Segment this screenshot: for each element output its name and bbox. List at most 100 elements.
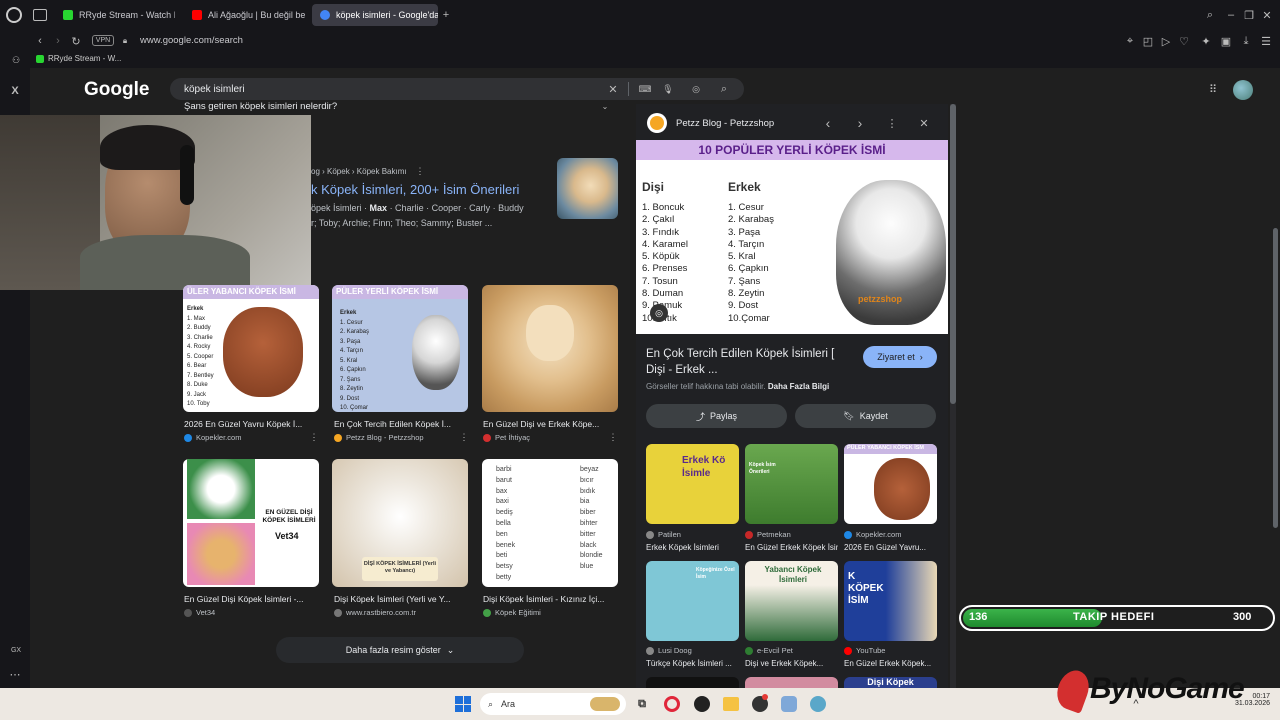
image-caption[interactable]: Dişi Köpek İsimleri - Kızınız İçi... (483, 594, 617, 604)
download-icon[interactable]: ⤓ (1240, 34, 1252, 48)
more-info-link[interactable]: Daha Fazla Bilgi (768, 382, 829, 391)
close-window-button[interactable]: ✕ (1260, 8, 1274, 22)
previous-icon[interactable]: ‹ (822, 115, 834, 131)
vpn-badge[interactable]: VPN (92, 35, 114, 46)
clear-icon[interactable]: ✕ (607, 82, 619, 96)
taskbar-search[interactable]: ⌕ Ara (480, 693, 626, 715)
extensions-icon[interactable]: ✦ (1200, 34, 1212, 48)
panel-scrollbar[interactable] (950, 104, 956, 688)
back-button[interactable]: ‹ (34, 34, 46, 48)
more-vert-icon[interactable]: ⋮ (460, 432, 469, 442)
minimize-button[interactable]: – (1224, 8, 1238, 22)
related-caption[interactable]: 2026 En Güzel Yavru... (844, 543, 937, 552)
pin-icon[interactable]: ⌖ (1124, 34, 1136, 48)
related-image-6[interactable]: K KÖPEK İSİM (844, 561, 937, 641)
x-twitter-icon[interactable]: X (8, 84, 22, 98)
image-caption[interactable]: 2026 En Güzel Yavru Köpek İ... (184, 419, 318, 429)
google-logo[interactable]: Google (84, 79, 149, 101)
related-image-3[interactable]: PÜLER YABANCI KÖPEK İSM (844, 444, 937, 524)
app-icon[interactable] (781, 696, 797, 712)
result-thumbnail[interactable] (557, 158, 618, 219)
mic-icon[interactable]: 🎙︎ (662, 82, 674, 96)
image-source[interactable]: Petzz Blog - Petzzshop (334, 433, 424, 442)
bookmark-rryde[interactable]: RRyde Stream - W... (36, 54, 121, 63)
maximize-button[interactable]: ❐ (1242, 8, 1256, 22)
avatar[interactable] (1233, 80, 1253, 100)
related-image-8[interactable] (745, 677, 838, 688)
panel-title[interactable]: En Çok Tercih Edilen Köpek İsimleri [ Di… (646, 346, 856, 378)
search-icon[interactable]: ⌕ (718, 82, 730, 96)
related-source[interactable]: e-Evcil Pet (745, 646, 793, 655)
image-caption[interactable]: En Güzel Dişi ve Erkek Köpe... (483, 419, 617, 429)
related-source[interactable]: Lusi Doog (646, 646, 692, 655)
snapshot-icon[interactable]: ◰ (1142, 34, 1154, 48)
scrollbar-thumb[interactable] (950, 104, 956, 404)
search-input[interactable]: köpek isimleri (184, 84, 245, 95)
result-title[interactable]: k Köpek İsimleri, 200+ İsim Önerileri (311, 182, 519, 197)
reload-button[interactable]: ↻ (70, 34, 82, 48)
image-source[interactable]: Köpek Eğitimi (483, 608, 541, 617)
share-button[interactable]: ⤴ Paylaş (646, 404, 787, 428)
panel-source[interactable]: Petzz Blog - Petzzshop (676, 118, 774, 129)
file-explorer-icon[interactable] (723, 697, 739, 711)
image-result-1[interactable]: ÜLER YABANCI KÖPEK İSMİ Erkek 1. Max 2. … (183, 285, 319, 412)
more-vert-icon[interactable]: ⋮ (886, 116, 898, 130)
related-caption[interactable]: Erkek Köpek İsimleri (646, 543, 739, 552)
lock-icon[interactable]: 🔒︎ (120, 35, 130, 47)
steam-icon[interactable] (694, 696, 710, 712)
app-icon[interactable] (810, 696, 826, 712)
chevron-down-icon[interactable]: ⌄ (598, 100, 612, 112)
tab-rryde[interactable]: RRyde Stream - Watch Liv (55, 4, 175, 26)
search-tabs-icon[interactable]: ⌕ (1203, 8, 1217, 22)
image-caption[interactable]: Dişi Köpek İsimleri (Yerli ve Y... (334, 594, 468, 604)
task-view-icon[interactable]: ⧉ (634, 696, 650, 712)
related-source[interactable]: Kopekler.com (844, 530, 901, 539)
keyboard-icon[interactable]: ⌨ (638, 82, 652, 96)
related-caption[interactable]: En Güzel Erkek Köpek... (844, 659, 937, 668)
related-image-1[interactable]: Erkek Kö İsimle (646, 444, 739, 524)
opera-gx-icon[interactable] (664, 696, 680, 712)
more-vert-icon[interactable]: ⋮ (609, 432, 618, 442)
image-source[interactable]: Kopekler.com (184, 433, 241, 442)
related-image-9[interactable]: Dişi Köpek (844, 677, 937, 688)
image-source[interactable]: www.rastbiero.com.tr (334, 608, 416, 617)
image-result-2[interactable]: PÜLER YERLİ KÖPEK İSMİ Erkek 1. Cesur 2.… (332, 285, 468, 412)
easy-setup-icon[interactable]: ☰ (1260, 34, 1272, 48)
tab-islands-icon[interactable] (33, 9, 47, 21)
image-source[interactable]: Vet34 (184, 608, 215, 617)
related-source[interactable]: Patilen (646, 530, 681, 539)
image-result-5[interactable]: DİŞİ KÖPEK İSİMLERİ (Yerli ve Yabancı) (332, 459, 468, 587)
tab-youtube[interactable]: Ali Ağaoğlu | Bu değil ben (184, 4, 306, 26)
wallet-icon[interactable]: ▣ (1220, 34, 1232, 48)
forward-button[interactable]: › (52, 34, 64, 48)
related-image-5[interactable]: Yabancı Köpek İsimleri (745, 561, 838, 641)
scrollbar-thumb[interactable] (1273, 228, 1278, 528)
lens-icon[interactable]: ◎ (690, 82, 702, 96)
image-caption[interactable]: En Güzel Dişi Köpek İsimleri -... (184, 594, 318, 604)
page-scrollbar[interactable] (1273, 68, 1280, 688)
related-source[interactable]: YouTube (844, 646, 885, 655)
url-field[interactable]: www.google.com/search (140, 35, 243, 46)
apps-grid-icon[interactable]: ⠿ (1206, 82, 1220, 96)
close-icon[interactable]: ✕ (917, 116, 931, 130)
gx-icon[interactable]: GX (7, 644, 25, 656)
save-button[interactable]: 🔖︎ Kaydet (795, 404, 936, 428)
image-caption[interactable]: En Çok Tercih Edilen Köpek İ... (334, 419, 468, 429)
workspace-icon[interactable]: ⚇ (10, 54, 22, 66)
more-icon[interactable]: ⋯ (8, 668, 22, 681)
related-image-4[interactable]: Köpeğinize Özel İsim (646, 561, 739, 641)
related-caption[interactable]: Dişi ve Erkek Köpek... (745, 659, 838, 668)
player-icon[interactable]: ▷ (1160, 34, 1172, 48)
heart-icon[interactable]: ♡ (1178, 34, 1190, 48)
preview-image[interactable]: 10 POPÜLER YERLİ KÖPEK İSMİ Dişi 1. Bonc… (636, 140, 948, 334)
lens-search-icon[interactable]: ◎ (650, 304, 668, 322)
more-vert-icon[interactable]: ⋮ (310, 432, 319, 442)
new-tab-button[interactable]: + (440, 8, 452, 22)
related-source[interactable]: Petmekan (745, 530, 791, 539)
image-source[interactable]: Pet İhtiyaç (483, 433, 530, 442)
more-vert-icon[interactable]: ⋮ (416, 166, 425, 176)
related-image-7[interactable] (646, 677, 739, 688)
opera-menu-icon[interactable] (6, 7, 22, 23)
people-also-ask-question[interactable]: Şans getiren köpek isimleri nelerdir? (184, 101, 337, 112)
visit-button[interactable]: Ziyaret et › (863, 346, 937, 368)
